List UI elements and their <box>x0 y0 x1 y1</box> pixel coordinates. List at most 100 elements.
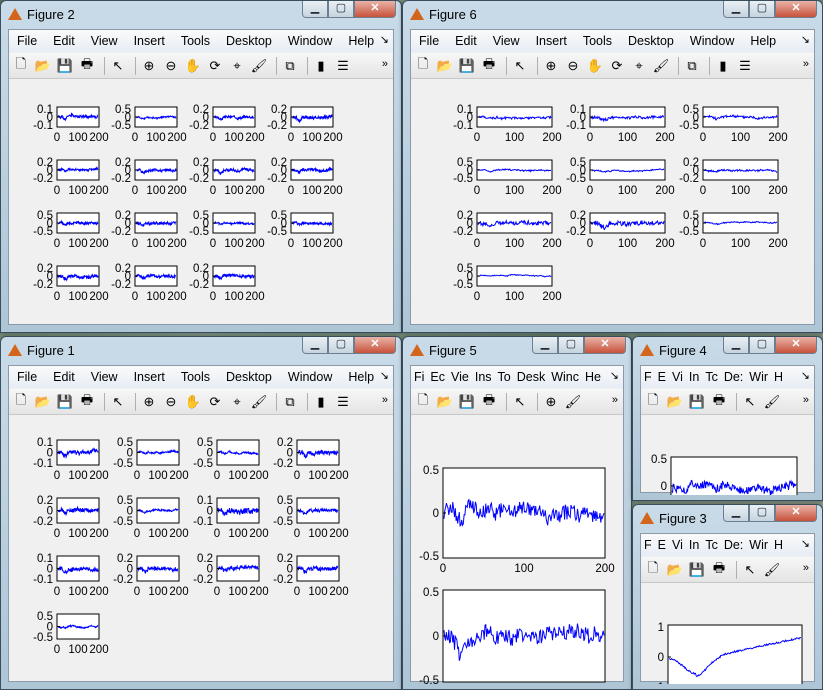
menu-item-3[interactable]: Ins <box>472 370 495 384</box>
menu-item-3[interactable]: Insert <box>126 370 173 384</box>
colorbar-icon[interactable]: ▮ <box>312 57 330 75</box>
colorbar-icon[interactable]: ▮ <box>312 393 330 411</box>
minimize-button[interactable]: ▁ <box>532 337 558 354</box>
menu-item-2[interactable]: View <box>83 34 126 48</box>
close-button[interactable]: ✕ <box>354 1 396 18</box>
menu-item-2[interactable]: Vie <box>448 370 472 384</box>
subplot-axes[interactable]: 0.20-0.20 100 200 <box>453 210 561 250</box>
zoom-out-icon[interactable]: ⊖ <box>564 57 582 75</box>
subplot-axes[interactable]: 0.20-0.20 100 200 <box>273 437 348 482</box>
menu-item-3[interactable]: In <box>686 370 702 384</box>
minimize-button[interactable]: ▁ <box>723 337 749 354</box>
zoom-out-icon[interactable]: ⊖ <box>162 393 180 411</box>
zoom-in-icon[interactable]: ⊕ <box>140 57 158 75</box>
menu-item-4[interactable]: Tools <box>173 34 218 48</box>
legend-icon[interactable]: ☰ <box>334 57 352 75</box>
brush-icon[interactable]: 🖌 <box>763 393 781 411</box>
subplot-axes[interactable]: 0.20-0.20 100 200 <box>113 553 188 598</box>
menu-item-1[interactable]: Edit <box>447 34 485 48</box>
subplot-axes[interactable]: 0.10-0.10 100 200 <box>453 104 561 144</box>
subplot-axes[interactable]: 0.20-0.20 100 200 <box>111 157 186 197</box>
title-bar[interactable]: Figure 1 ▁ ▢ ✕ <box>1 337 401 363</box>
data-cursor-icon[interactable]: ⌖ <box>630 57 648 75</box>
link-plot-icon[interactable]: ⧉ <box>281 57 299 75</box>
close-button[interactable]: ✕ <box>775 337 817 354</box>
subplot-axes[interactable]: 0.50-0.50100200 <box>419 465 614 575</box>
menu-item-6[interactable]: Wir <box>746 538 771 552</box>
data-cursor-icon[interactable]: ⌖ <box>228 393 246 411</box>
menu-item-0[interactable]: File <box>9 370 45 384</box>
figure-1-window[interactable]: Figure 1 ▁ ▢ ✕ File Edit View Insert Tools De… <box>0 336 402 690</box>
open-folder-icon[interactable]: 📂 <box>34 393 52 411</box>
menu-item-7[interactable]: Help <box>340 34 382 48</box>
subplot-axes[interactable]: 0.20-0.20 100 200 <box>33 263 108 303</box>
save-icon[interactable]: 💾 <box>688 393 706 411</box>
subplot-axes[interactable]: 0.20-0.20 100 200 <box>679 157 787 197</box>
menu-item-5[interactable]: Desktop <box>620 34 682 48</box>
minimize-button[interactable]: ▁ <box>302 1 328 18</box>
brush-icon[interactable]: 🖌 <box>652 57 670 75</box>
new-file-icon[interactable]: 🗋 <box>414 392 432 411</box>
close-button[interactable]: ✕ <box>775 1 817 18</box>
menu-item-7[interactable]: H <box>771 538 786 552</box>
menu-item-1[interactable]: Edit <box>45 34 83 48</box>
subplot-axes[interactable]: 0.50-0.50100200 <box>33 210 108 250</box>
menu-item-4[interactable]: Tools <box>575 34 620 48</box>
menu-item-7[interactable]: H <box>771 370 786 384</box>
title-bar[interactable]: Figure 2 ▁ ▢ ✕ <box>1 1 401 27</box>
brush-icon[interactable]: 🖌 <box>250 393 268 411</box>
menu-overflow-icon[interactable]: ↘ <box>801 33 810 46</box>
figure-6-window[interactable]: Figure 6 ▁ ▢ ✕ File Edit View Insert Tools De… <box>402 0 823 333</box>
subplot-axes[interactable]: 0.10-0.10 100 200 <box>193 495 268 540</box>
menu-item-6[interactable]: Winc <box>548 370 582 384</box>
menu-item-1[interactable]: E <box>655 370 669 384</box>
save-icon[interactable]: 💾 <box>56 57 74 75</box>
menu-item-0[interactable]: File <box>411 34 447 48</box>
pointer-icon[interactable]: ↖ <box>741 393 759 411</box>
close-button[interactable]: ✕ <box>354 337 396 354</box>
menu-item-4[interactable]: Tc <box>702 538 721 552</box>
link-plot-icon[interactable]: ⧉ <box>281 393 299 411</box>
menu-item-5[interactable]: Desktop <box>218 370 280 384</box>
subplot-axes[interactable]: 10-10100200 <box>654 622 812 690</box>
zoom-in-icon[interactable]: ⊕ <box>140 393 158 411</box>
figure-4-window[interactable]: Figure 4 ▁ ▢ ✕ F E Vi In Tc De: Wir H ↘ 🗋 📂 💾 🖶 ↖ 🖌» … <box>632 336 823 532</box>
brush-icon[interactable]: 🖌 <box>250 57 268 75</box>
rotate-icon[interactable]: ⟳ <box>206 393 224 411</box>
subplot-axes[interactable]: 0.20-0.20 100 200 <box>193 553 268 598</box>
subplot-axes[interactable]: 0.10-0.10 100 200 <box>566 104 674 144</box>
menu-overflow-icon[interactable]: ↘ <box>610 369 619 382</box>
subplot-axes[interactable]: 0.10-0.10 100 200 <box>33 437 108 482</box>
pointer-icon[interactable]: ↖ <box>511 57 529 75</box>
print-icon[interactable]: 🖶 <box>710 392 728 411</box>
subplot-axes[interactable]: 0.10-0.10 100 200 <box>33 553 108 598</box>
menu-item-2[interactable]: View <box>485 34 528 48</box>
menu-item-6[interactable]: Wir <box>746 370 771 384</box>
subplot-axes[interactable]: 0.20-0.20 100 200 <box>111 210 186 250</box>
menu-overflow-icon[interactable]: ↘ <box>380 369 389 382</box>
subplot-axes[interactable]: 0.50-0.50100200 <box>113 437 188 482</box>
pan-icon[interactable]: ✋ <box>586 57 604 75</box>
menu-overflow-icon[interactable]: ↘ <box>801 369 810 382</box>
subplot-axes[interactable]: 0.50-0.50100200 <box>647 454 806 532</box>
rotate-icon[interactable]: ⟳ <box>608 57 626 75</box>
menu-overflow-icon[interactable]: ↘ <box>801 537 810 550</box>
menu-item-6[interactable]: Window <box>280 370 340 384</box>
subplot-axes[interactable]: 0.20-0.20 100 200 <box>273 553 348 598</box>
subplot-axes[interactable]: 0.50-0.50100200 <box>679 210 787 250</box>
print-icon[interactable]: 🖶 <box>78 56 96 75</box>
new-file-icon[interactable]: 🗋 <box>414 56 432 75</box>
data-cursor-icon[interactable]: ⌖ <box>228 57 246 75</box>
maximize-button[interactable]: ▢ <box>749 505 775 522</box>
minimize-button[interactable]: ▁ <box>302 337 328 354</box>
subplot-axes[interactable]: 0.20-0.20 100 200 <box>189 263 264 303</box>
subplot-axes[interactable]: 0.50-0.50100200 <box>679 104 787 144</box>
title-bar[interactable]: Figure 3 ▁ ▢ ✕ <box>633 505 822 531</box>
print-icon[interactable]: 🖶 <box>78 392 96 411</box>
maximize-button[interactable]: ▢ <box>328 337 354 354</box>
menu-item-7[interactable]: He <box>582 370 604 384</box>
open-folder-icon[interactable]: 📂 <box>34 57 52 75</box>
rotate-icon[interactable]: ⟳ <box>206 57 224 75</box>
title-bar[interactable]: Figure 6 ▁ ▢ ✕ <box>403 1 822 27</box>
open-folder-icon[interactable]: 📂 <box>666 393 684 411</box>
